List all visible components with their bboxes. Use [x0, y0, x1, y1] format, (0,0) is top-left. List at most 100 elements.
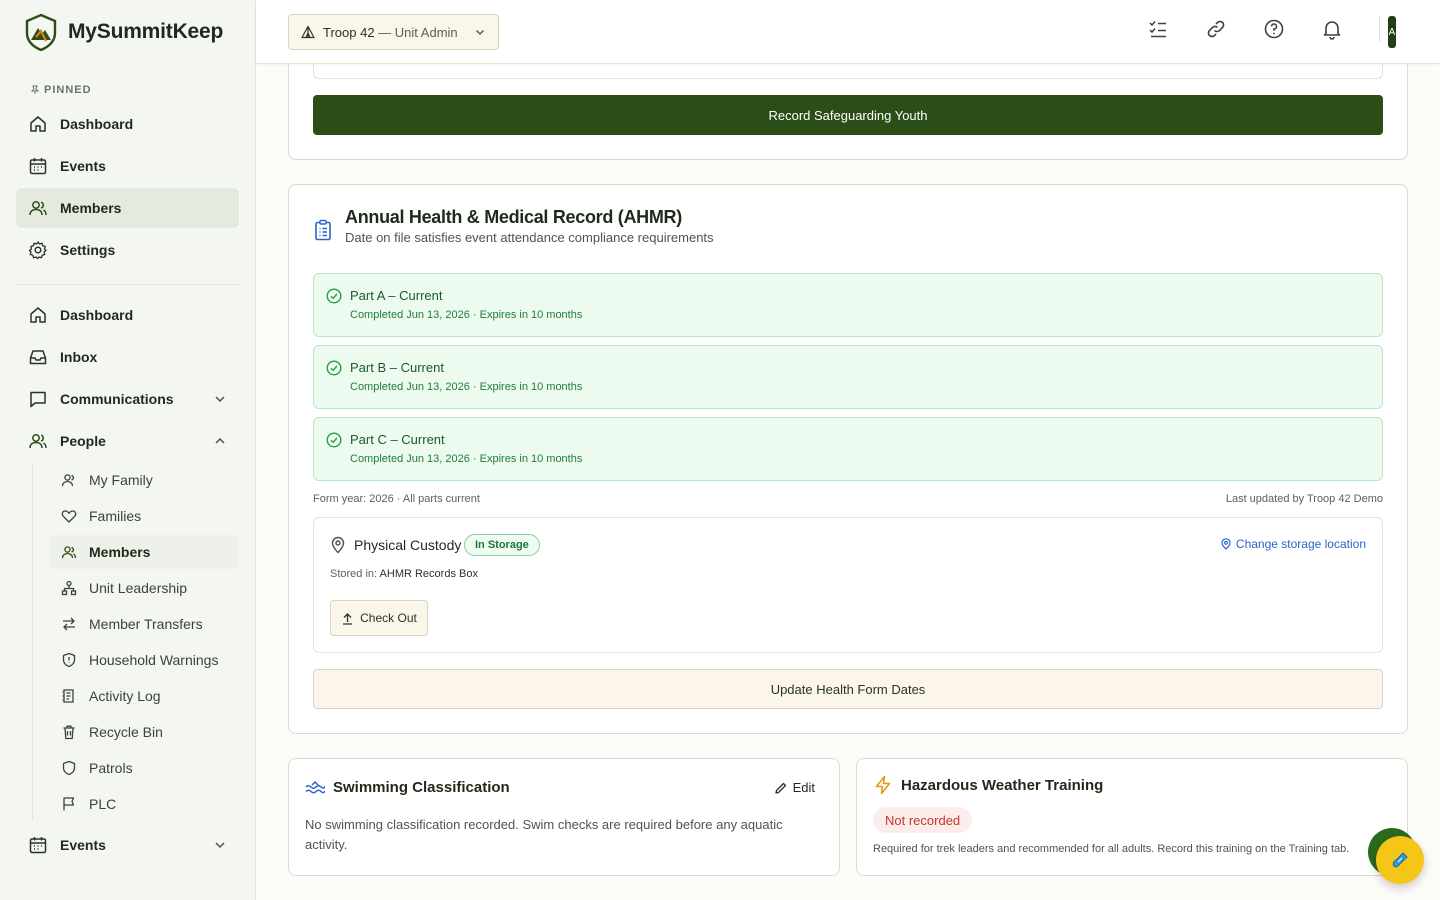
- checklist-icon[interactable]: [1147, 18, 1169, 40]
- calendar-icon: [29, 837, 47, 854]
- nav-events[interactable]: Events: [16, 825, 239, 865]
- sidebar-item-label: PLC: [89, 796, 117, 812]
- ahmr-part-b[interactable]: Part B – Current Completed Jun 13, 2026 …: [313, 345, 1383, 409]
- sidebar-item-label: Patrols: [89, 760, 133, 776]
- edit-swimming-button[interactable]: Edit: [774, 780, 815, 795]
- chevron-down-icon: [215, 396, 225, 403]
- sidebar-item-recycle-bin[interactable]: Recycle Bin: [49, 715, 239, 749]
- part-meta: Completed Jun 13, 2026 · Expires in 10 m…: [350, 309, 583, 321]
- nav-label: Dashboard: [60, 116, 134, 132]
- sidebar-item-label: Member Transfers: [89, 616, 203, 632]
- location-pin-icon: [331, 536, 345, 554]
- check-out-button[interactable]: Check Out: [330, 600, 428, 636]
- unit-name: Troop 42 — Unit Admin: [323, 24, 458, 40]
- chevron-up-icon: [215, 437, 225, 444]
- ahmr-header: Annual Health & Medical Record (AHMR) Da…: [313, 207, 714, 245]
- location-pin-icon: [1221, 538, 1231, 550]
- org-chart-icon: [61, 580, 77, 596]
- chevron-down-icon: [476, 30, 484, 35]
- status-badge: Not recorded: [873, 807, 973, 833]
- sidebar-item-label: Household Warnings: [89, 652, 219, 668]
- check-circle-icon: [326, 288, 342, 304]
- log-icon: [62, 689, 74, 703]
- nav-dashboard[interactable]: Dashboard: [16, 295, 239, 335]
- heart-icon: [61, 510, 77, 523]
- nav-label: Events: [60, 158, 106, 174]
- user-icon: [61, 474, 74, 487]
- nav-communications[interactable]: Communications: [16, 379, 239, 419]
- check-circle-icon: [326, 360, 342, 376]
- pin-icon: [30, 85, 40, 94]
- avatar[interactable]: A: [1388, 16, 1396, 48]
- pinned-dashboard[interactable]: Dashboard: [16, 104, 239, 144]
- pinned-settings[interactable]: Settings: [16, 230, 239, 270]
- stored-in-text: Stored in: AHMR Records Box: [330, 568, 478, 580]
- nav-label: Members: [60, 200, 122, 216]
- nav-label: Settings: [60, 242, 116, 258]
- shield-icon: [62, 760, 76, 776]
- sidebar-item-patrols[interactable]: Patrols: [49, 751, 239, 785]
- custody-title: Physical Custody: [354, 537, 462, 553]
- sidebar-divider: [16, 284, 239, 285]
- nav-label: Dashboard: [60, 307, 134, 323]
- part-meta: Completed Jun 13, 2026 · Expires in 10 m…: [350, 381, 583, 393]
- sidebar-item-label: Unit Leadership: [89, 580, 188, 596]
- calendar-icon: [29, 158, 47, 175]
- topbar: Troop 42 — Unit Admin A: [256, 0, 1440, 64]
- pinned-members[interactable]: Members: [16, 188, 239, 228]
- hazardous-weather-header: Hazardous Weather Training: [873, 775, 1103, 795]
- nav-label: Events: [60, 837, 106, 853]
- part-title: Part C – Current: [350, 432, 445, 447]
- home-icon: [30, 116, 46, 132]
- pinned-events[interactable]: Events: [16, 146, 239, 186]
- sidebar-item-plc[interactable]: PLC: [49, 787, 239, 821]
- topbar-separator: [1379, 16, 1380, 42]
- summit-logo-icon: [25, 13, 57, 51]
- ahmr-part-c[interactable]: Part C – Current Completed Jun 13, 2026 …: [313, 417, 1383, 481]
- sidebar-item-member-transfers[interactable]: Member Transfers: [49, 607, 239, 641]
- unit-selector[interactable]: Troop 42 — Unit Admin: [288, 14, 499, 50]
- sidebar-item-activity-log[interactable]: Activity Log: [49, 679, 239, 713]
- nav-label: Communications: [60, 391, 174, 407]
- update-health-form-dates-button[interactable]: Update Health Form Dates: [313, 669, 1383, 709]
- sidebar-item-label: My Family: [89, 472, 153, 488]
- users-icon: [29, 434, 47, 449]
- inbox-icon: [29, 350, 47, 365]
- sidebar-item-members[interactable]: Members: [49, 535, 239, 569]
- clipboard-icon: [315, 219, 331, 241]
- nav-inbox[interactable]: Inbox: [16, 337, 239, 377]
- sidebar-item-my-family[interactable]: My Family: [49, 463, 239, 497]
- last-updated: Last updated by Troop 42 Demo: [1225, 493, 1383, 505]
- gear-icon: [28, 241, 47, 260]
- ahmr-title: Annual Health & Medical Record (AHMR): [345, 207, 682, 227]
- nav-people[interactable]: People: [16, 421, 239, 461]
- hazardous-weather-description: Required for trek leaders and recommende…: [873, 843, 1350, 855]
- ahmr-part-a[interactable]: Part A – Current Completed Jun 13, 2026 …: [313, 273, 1383, 337]
- sidebar-item-families[interactable]: Families: [49, 499, 239, 533]
- dev-tools-fab[interactable]: [1376, 836, 1424, 884]
- sidebar-item-label: Families: [89, 508, 142, 524]
- link-icon[interactable]: [1205, 18, 1227, 40]
- record-safeguarding-button[interactable]: Record Safeguarding Youth: [313, 95, 1383, 135]
- people-submenu: My Family Families Members Unit Leadersh…: [32, 463, 239, 821]
- part-title: Part A – Current: [350, 288, 443, 303]
- form-year: Form year: 2026 · All parts current: [313, 493, 480, 505]
- hazardous-weather-title: Hazardous Weather Training: [901, 776, 1104, 794]
- sidebar-item-label: Members: [89, 544, 151, 560]
- sidebar-item-unit-leadership[interactable]: Unit Leadership: [49, 571, 239, 605]
- sidebar: MySummitKeep PINNED Dashboard Events Mem…: [0, 0, 256, 900]
- chevron-down-icon: [215, 842, 225, 849]
- transfer-icon: [63, 617, 75, 631]
- swimming-card: Swimming Classification Edit No swimming…: [288, 758, 840, 876]
- change-storage-location-link[interactable]: Change storage location: [1220, 537, 1366, 551]
- stored-location: AHMR Records Box: [379, 568, 478, 580]
- brand[interactable]: MySummitKeep: [0, 0, 255, 64]
- top-actions: [1147, 16, 1380, 42]
- help-icon[interactable]: [1263, 18, 1285, 40]
- brand-name: MySummitKeep: [68, 20, 224, 43]
- check-circle-icon: [326, 432, 342, 448]
- lightning-icon: [875, 775, 891, 795]
- home-icon: [30, 307, 46, 323]
- bell-icon[interactable]: [1321, 18, 1343, 40]
- sidebar-item-household-warnings[interactable]: Household Warnings: [49, 643, 239, 677]
